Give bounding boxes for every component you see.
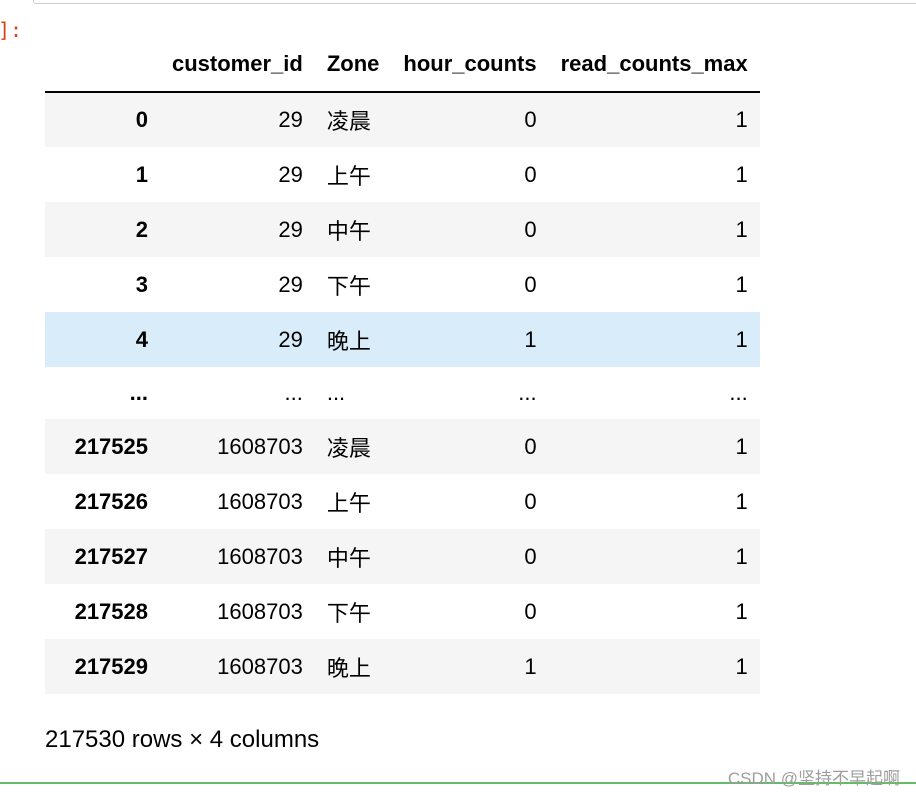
cell-hour-counts: 0 xyxy=(524,107,537,132)
cell-hour-counts: 0 xyxy=(524,271,537,297)
cell-customer-id: 29 xyxy=(278,216,303,242)
column-header-customer-id: customer_id xyxy=(160,37,315,93)
cell-zone: 凌晨 xyxy=(326,435,371,461)
cell-zone: ... xyxy=(326,380,346,405)
cell-customer-id: 1608703 xyxy=(217,653,303,679)
table-row: 0 29 凌晨 0 1 xyxy=(45,92,760,147)
cell-read-counts-max: 1 xyxy=(735,326,748,352)
row-index: 4 xyxy=(135,326,148,352)
notebook-cell-frame xyxy=(33,0,916,4)
table-body: 0 29 凌晨 0 1 1 29 上午 0 1 2 29 中午 0 1 3 29 下午 0 1 4 29 晚上 1 1.....… xyxy=(45,92,760,694)
row-index: 217528 xyxy=(74,598,148,624)
cell-zone: 下午 xyxy=(326,600,371,626)
cell-hour-counts: 0 xyxy=(524,488,537,514)
cell-zone: 上午 xyxy=(326,163,371,189)
cell-read-counts-max: 1 xyxy=(735,488,748,514)
table-row: 217525 1608703 凌晨 0 1 xyxy=(45,419,760,474)
cell-customer-id: 1608703 xyxy=(217,543,303,569)
cell-prompt: ]: xyxy=(0,18,23,42)
table-row: 217529 1608703 晚上 1 1 xyxy=(45,639,760,694)
row-index: 217527 xyxy=(74,543,148,569)
cell-read-counts-max: ... xyxy=(729,380,748,405)
table-header: customer_id Zone hour_counts read_counts… xyxy=(45,37,760,93)
table-row: 3 29 下午 0 1 xyxy=(45,257,760,312)
column-header-hour-counts: hour_counts xyxy=(391,37,549,93)
cell-customer-id: 1608703 xyxy=(217,598,303,624)
cell-hour-counts: ... xyxy=(518,380,537,405)
index-header xyxy=(45,37,160,93)
cell-customer-id: 1608703 xyxy=(217,433,303,459)
cell-zone: 凌晨 xyxy=(326,109,371,134)
cell-customer-id: 29 xyxy=(278,161,303,187)
cell-read-counts-max: 1 xyxy=(735,271,748,297)
cell-read-counts-max: 1 xyxy=(735,107,748,132)
table-row: 217528 1608703 下午 0 1 xyxy=(45,584,760,639)
cell-hour-counts: 0 xyxy=(524,161,537,187)
cell-read-counts-max: 1 xyxy=(735,598,748,624)
row-index: 217529 xyxy=(74,653,148,679)
cell-zone: 中午 xyxy=(326,545,371,571)
cell-read-counts-max: 1 xyxy=(735,161,748,187)
cell-read-counts-max: 1 xyxy=(735,543,748,569)
row-index: 1 xyxy=(135,161,148,187)
table-row: 2 29 中午 0 1 xyxy=(45,202,760,257)
cell-customer-id: 29 xyxy=(278,271,303,297)
cell-customer-id: 1608703 xyxy=(217,488,303,514)
cell-read-counts-max: 1 xyxy=(735,433,748,459)
dataframe-shape: 217530 rows × 4 columns xyxy=(45,726,320,753)
table-row: ............... xyxy=(45,367,760,419)
column-header-read-counts-max: read_counts_max xyxy=(548,37,760,93)
cell-zone: 下午 xyxy=(326,273,371,299)
cell-read-counts-max: 1 xyxy=(735,653,748,679)
cell-zone: 晚上 xyxy=(326,655,371,681)
table-row: 4 29 晚上 1 1 xyxy=(45,312,760,367)
row-index: 2 xyxy=(135,216,148,242)
cell-customer-id: 29 xyxy=(278,107,303,132)
cell-zone: 上午 xyxy=(326,490,371,516)
cell-hour-counts: 1 xyxy=(524,326,537,352)
table-row: 217527 1608703 中午 0 1 xyxy=(45,529,760,584)
cell-hour-counts: 0 xyxy=(524,216,537,242)
cell-zone: 晚上 xyxy=(326,328,371,354)
column-header-zone: Zone xyxy=(314,37,392,93)
cell-customer-id: 29 xyxy=(278,326,303,352)
row-index: 217525 xyxy=(74,433,148,459)
cell-hour-counts: 0 xyxy=(524,598,537,624)
table-row: 217526 1608703 上午 0 1 xyxy=(45,474,760,529)
dataframe-table: customer_id Zone hour_counts read_counts… xyxy=(45,37,760,694)
cell-customer-id: ... xyxy=(284,380,303,405)
row-index: 0 xyxy=(135,107,148,132)
row-index: 217526 xyxy=(74,488,148,514)
row-index: 3 xyxy=(135,271,148,297)
cell-read-counts-max: 1 xyxy=(735,216,748,242)
cell-hour-counts: 1 xyxy=(524,653,537,679)
table-row: 1 29 上午 0 1 xyxy=(45,147,760,202)
watermark: CSDN @坚持不早起啊 xyxy=(727,769,900,788)
cell-hour-counts: 0 xyxy=(524,543,537,569)
row-index: ... xyxy=(129,380,148,405)
cell-zone: 中午 xyxy=(326,218,371,244)
cell-hour-counts: 0 xyxy=(524,433,537,459)
header-row: customer_id Zone hour_counts read_counts… xyxy=(45,37,760,93)
